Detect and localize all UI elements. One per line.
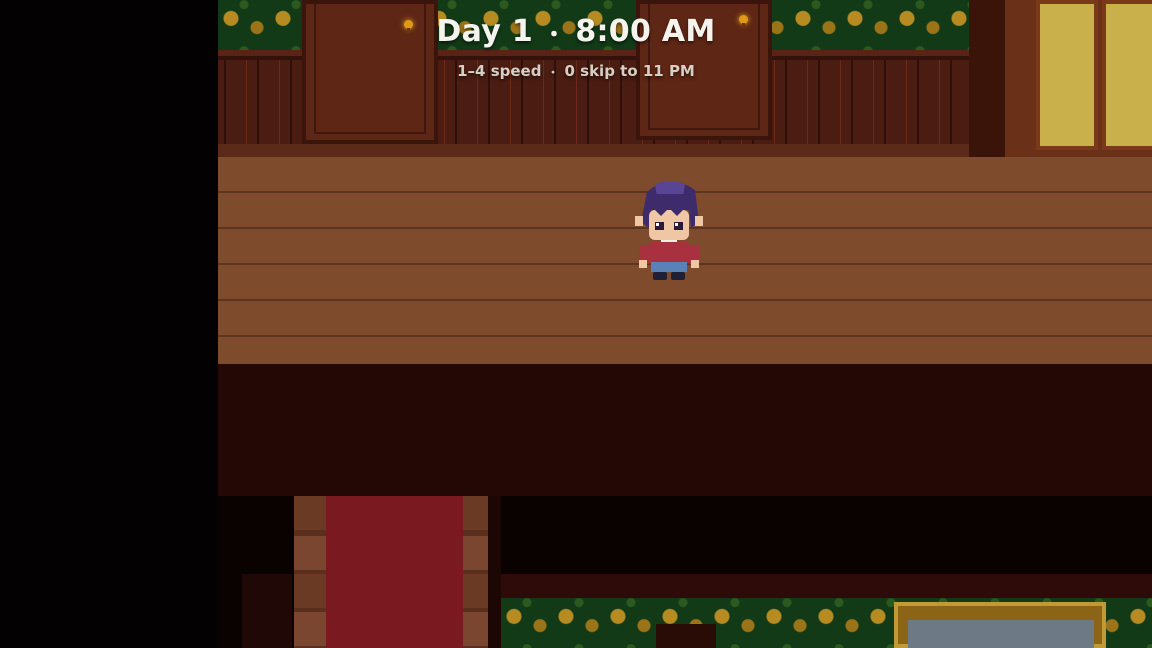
day-time-display: Day 1 ・ 8:00 AM (0, 14, 1152, 49)
player-character[interactable] (633, 176, 705, 284)
painting-frame (894, 602, 1106, 648)
stair-runner (326, 496, 463, 648)
painting-canvas (908, 620, 1094, 648)
controls-hint: 1–4 speed ・ 0 skip to 11 PM (0, 62, 1152, 80)
floor-shadow-band (218, 364, 1152, 496)
skip-hint: 0 skip to 11 PM (564, 62, 695, 80)
lower-doorway[interactable] (656, 624, 716, 648)
game-scene: Day 1 ・ 8:00 AM 1–4 speed ・ 0 skip to 11 PM (0, 0, 1152, 648)
stair-rail (488, 496, 501, 648)
hint-separator: ・ (547, 65, 559, 79)
lower-trim (501, 574, 1152, 598)
void-left (0, 0, 218, 648)
speed-hint: 1–4 speed (457, 62, 542, 80)
day-time-separator: ・ (543, 22, 566, 48)
time-label: 8:00 AM (575, 14, 716, 49)
day-label: Day 1 (436, 14, 534, 49)
player-sprite (635, 181, 703, 280)
lower-left-pillar (242, 574, 292, 648)
